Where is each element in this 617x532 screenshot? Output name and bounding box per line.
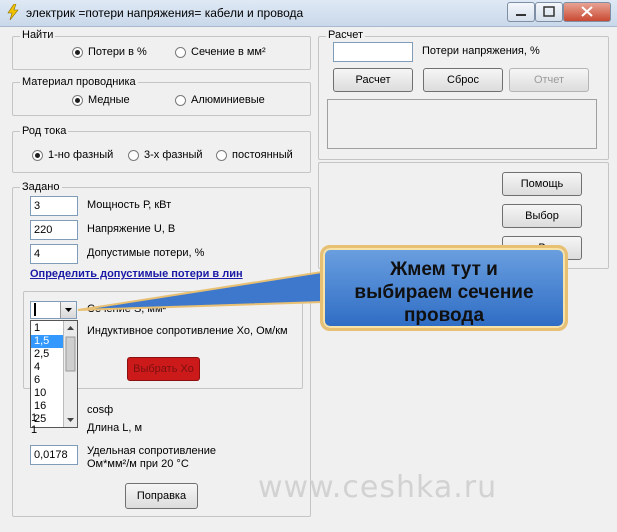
resistivity-input[interactable]: 0,0178 (30, 445, 78, 465)
report-button[interactable]: Отчет (509, 68, 589, 92)
callout-arrow (77, 270, 323, 311)
radio-indicator (175, 94, 186, 106)
losses-label: Допустимые потери, % (87, 247, 205, 259)
find-group-label: Найти (20, 29, 56, 41)
current-option-three-phase[interactable]: 3-х фазный (128, 149, 203, 161)
resistivity-label-line1: Удельная сопротивление (87, 445, 216, 457)
radio-indicator (175, 46, 186, 58)
current-type-group-label: Род тока (20, 125, 69, 137)
title-bar: электрик =потери напряжения= кабели и пр… (0, 0, 617, 27)
find-option-losses[interactable]: Потери в % (72, 46, 147, 58)
minimize-icon (516, 14, 526, 16)
watermark: www.ceshka.ru (258, 470, 498, 505)
voltage-input[interactable]: 220 (30, 220, 78, 240)
choose-button[interactable]: Выбор (502, 204, 582, 228)
find-option-section[interactable]: Сечение в мм² (175, 46, 266, 58)
callout-text: Жмем тут и выбираем сечение провода (354, 259, 534, 326)
lightning-icon (7, 4, 19, 20)
material-option-aluminum[interactable]: Алюминиевые (175, 94, 265, 106)
maximize-icon (543, 6, 555, 17)
cos-label: cosф (87, 404, 114, 416)
inductive-label: Индуктивное сопротивление Хо, Ом/км (87, 325, 288, 337)
callout-box: Жмем тут и выбираем сечение провода (320, 245, 568, 331)
scrollbar-icons (65, 326, 76, 422)
app-window: электрик =потери напряжения= кабели и пр… (0, 0, 617, 532)
result-input[interactable] (333, 42, 413, 62)
material-option-copper[interactable]: Медные (72, 94, 130, 106)
close-icon (581, 6, 593, 17)
radio-indicator (72, 94, 83, 106)
section-dropdown-list[interactable]: 1 1,5 2,5 4 6 10 16 25 (30, 320, 78, 428)
result-memo (327, 99, 597, 149)
dropdown-scrollbar[interactable] (63, 321, 77, 427)
length-label: Длина L, м (87, 422, 143, 434)
dropdown-item[interactable]: 10 (31, 387, 64, 400)
reset-button[interactable]: Сброс (423, 68, 503, 92)
radio-indicator (128, 149, 139, 161)
result-label: Потери напряжения, % (422, 45, 540, 57)
find-group (12, 36, 311, 70)
text-caret (34, 303, 36, 316)
close-button[interactable] (563, 2, 611, 22)
window-title: электрик =потери напряжения= кабели и пр… (26, 6, 304, 20)
dropdown-item[interactable]: 1 (31, 322, 64, 335)
radio-indicator (32, 149, 43, 161)
current-option-single-phase[interactable]: 1-но фазный (32, 149, 113, 161)
radio-indicator (216, 149, 227, 161)
row-value-1: 1 (31, 412, 38, 424)
current-option-dc[interactable]: постоянный (216, 149, 293, 161)
dropdown-item[interactable]: 4 (31, 361, 64, 374)
maximize-button[interactable] (535, 2, 563, 22)
row-value-2: 1 (31, 424, 38, 436)
select-x0-button[interactable]: Выбрать Хо (127, 357, 200, 381)
resistivity-label-line2: Ом*мм²/м при 20 °С (87, 458, 189, 470)
minimize-button[interactable] (507, 2, 535, 22)
calc-button[interactable]: Расчет (333, 68, 413, 92)
material-group-label: Материал проводника (20, 76, 138, 88)
calc-group-label: Расчет (326, 29, 365, 41)
power-input[interactable]: 3 (30, 196, 78, 216)
dropdown-item[interactable]: 6 (31, 374, 64, 387)
losses-input[interactable]: 4 (30, 244, 78, 264)
dropdown-item[interactable]: 2,5 (31, 348, 64, 361)
given-group-label: Задано (20, 181, 62, 193)
power-label: Мощность Р, кВт (87, 199, 172, 211)
radio-indicator (72, 46, 83, 58)
voltage-label: Напряжение U, В (87, 223, 176, 235)
help-button[interactable]: Помощь (502, 172, 582, 196)
dropdown-item[interactable]: 1,5 (31, 335, 64, 348)
correction-button[interactable]: Поправка (125, 483, 198, 509)
